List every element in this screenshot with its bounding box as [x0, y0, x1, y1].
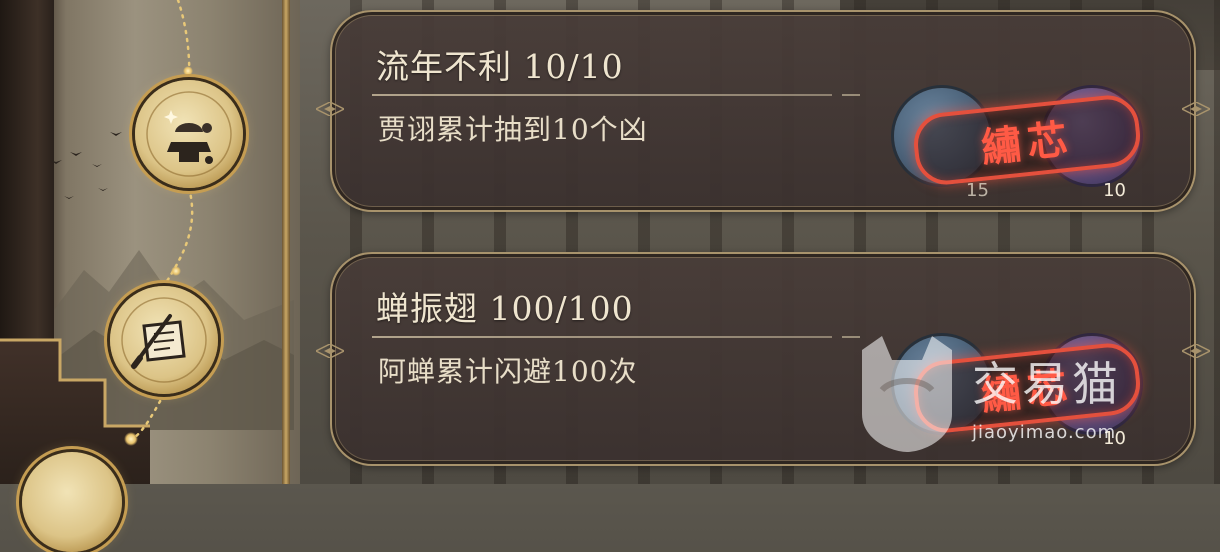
- achievement-card[interactable]: 流年不利 10/10 贾诩累计抽到10个凶 繡芯 15 10: [316, 10, 1210, 212]
- achievement-track: [0, 0, 300, 552]
- card-divider: [372, 336, 860, 338]
- reward-count: 15: [966, 180, 989, 201]
- track-spark: [183, 66, 193, 76]
- achievement-node[interactable]: [22, 452, 122, 552]
- card-ornament-right: [1182, 102, 1210, 116]
- achievement-description: 阿蝉累计闪避100次: [378, 355, 638, 388]
- achievement-title: 流年不利 10/10: [376, 47, 624, 86]
- track-spark: [171, 266, 181, 276]
- watermark-brand: 交易猫: [972, 357, 1122, 411]
- card-ornament-left: [316, 102, 344, 116]
- turtle-statue-icon: [146, 91, 232, 177]
- achievement-node[interactable]: [110, 286, 218, 394]
- watermark: 交易猫 jiaoyimao.com: [852, 330, 1212, 460]
- watermark-url: jiaoyimao.com: [972, 422, 1117, 443]
- achievement-title: 蝉振翅 100/100: [376, 289, 634, 328]
- card-divider: [372, 94, 860, 96]
- reward-area[interactable]: 繡芯 15 10: [894, 74, 1156, 204]
- achievement-description: 贾诩累计抽到10个凶: [378, 113, 648, 146]
- cat-logo-icon: [862, 336, 952, 452]
- track-path: [128, 0, 194, 442]
- scroll-brush-icon: [121, 297, 207, 383]
- card-ornament-left: [316, 344, 344, 358]
- stamp-text: 繡芯: [979, 115, 1076, 172]
- track-spark: [124, 432, 138, 446]
- achievement-node[interactable]: [135, 80, 243, 188]
- reward-count: 10: [1103, 180, 1126, 201]
